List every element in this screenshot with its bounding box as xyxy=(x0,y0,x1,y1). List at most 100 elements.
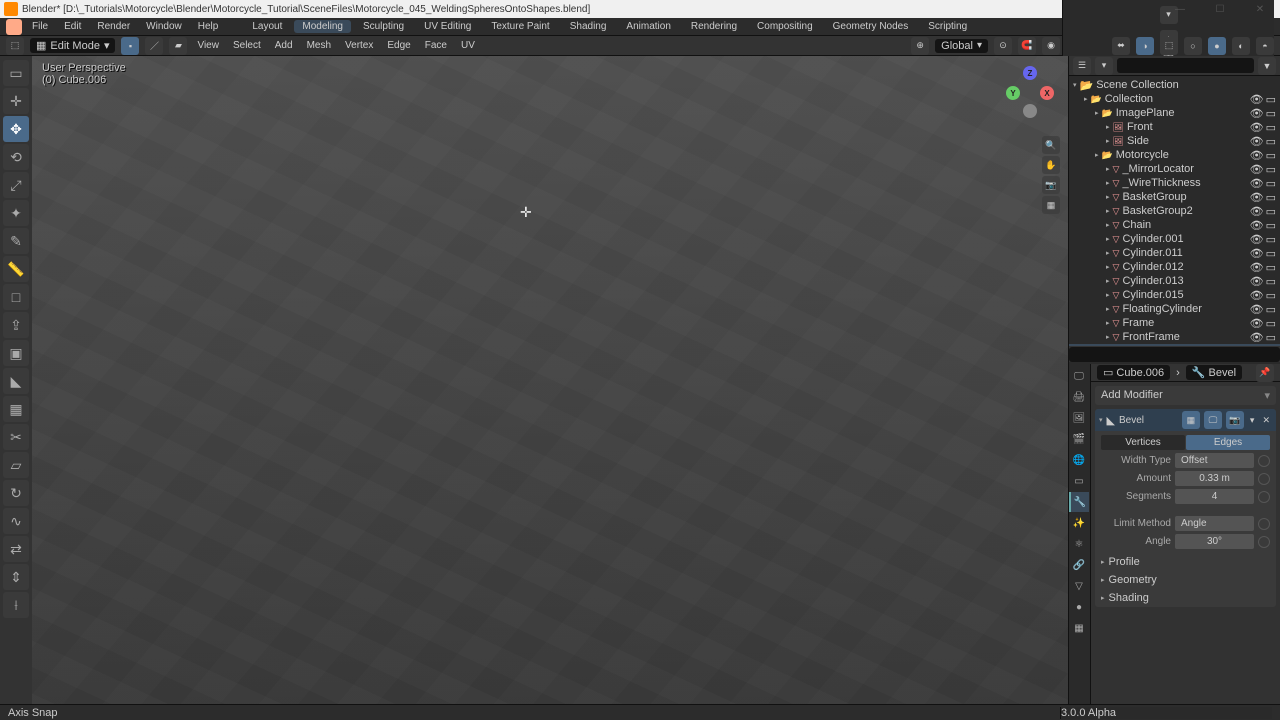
tool-knife[interactable]: ✂ xyxy=(3,424,29,450)
shading-wire[interactable]: ○ xyxy=(1184,37,1202,55)
xray-toggle[interactable]: ⬚ xyxy=(1160,37,1178,55)
ws-rendering[interactable]: Rendering xyxy=(683,20,745,33)
outliner-root[interactable]: ▾📂Scene Collection xyxy=(1069,78,1280,92)
zoom-icon[interactable]: 🔍 xyxy=(1042,136,1060,154)
axis-z[interactable]: Z xyxy=(1023,66,1037,80)
maximize-button[interactable]: ☐ xyxy=(1200,0,1240,18)
menu-face[interactable]: Face xyxy=(421,40,451,51)
tab-particles[interactable]: ✨ xyxy=(1069,513,1089,533)
ws-layout[interactable]: Layout xyxy=(244,20,290,33)
tab-material[interactable]: ● xyxy=(1069,597,1089,617)
propedit-button[interactable]: ◉ xyxy=(1042,37,1060,55)
menu-vertex[interactable]: Vertex xyxy=(341,40,377,51)
tab-world[interactable]: 🌐 xyxy=(1069,450,1089,470)
breadcrumb-object[interactable]: ▭ Cube.006 xyxy=(1097,365,1170,380)
gizmo-toggle[interactable]: ⬌ xyxy=(1112,37,1130,55)
section-shading[interactable]: ▸Shading xyxy=(1095,589,1276,607)
tab-mesh[interactable]: ▽ xyxy=(1069,576,1089,596)
tool-rotate[interactable]: ⟲ xyxy=(3,144,29,170)
outliner-item[interactable]: ▸📂ImagePlane👁▭ xyxy=(1069,106,1280,120)
breadcrumb-modifier[interactable]: 🔧 Bevel xyxy=(1186,365,1242,380)
animate-dot[interactable] xyxy=(1258,518,1270,530)
tab-object[interactable]: ▭ xyxy=(1069,471,1089,491)
section-geometry[interactable]: ▸Geometry xyxy=(1095,571,1276,589)
viewport-3d[interactable]: User Perspective (0) Cube.006 ✛ Y X Z 🔍 … xyxy=(32,56,1068,720)
menu-edit[interactable]: Edit xyxy=(58,21,87,32)
ws-texturepaint[interactable]: Texture Paint xyxy=(483,20,557,33)
modifier-header[interactable]: ▾ ◣ Bevel ▦ 🖵 📷 ▾ ✕ xyxy=(1095,409,1276,431)
pan-icon[interactable]: ✋ xyxy=(1042,156,1060,174)
face-select-button[interactable]: ▰ xyxy=(169,37,187,55)
menu-edge[interactable]: Edge xyxy=(383,40,414,51)
outliner-item[interactable]: ▸🖼Side👁▭ xyxy=(1069,134,1280,148)
pin-icon[interactable]: 📌 xyxy=(1256,364,1274,382)
axis-x[interactable]: X xyxy=(1040,86,1054,100)
angle-field[interactable]: 30° xyxy=(1175,534,1254,549)
menu-window[interactable]: Window xyxy=(140,21,188,32)
outliner-item[interactable]: ▸▽Chain👁▭ xyxy=(1069,218,1280,232)
menu-uv[interactable]: UV xyxy=(457,40,479,51)
camera-icon[interactable]: 📷 xyxy=(1042,176,1060,194)
axis-y[interactable]: Y xyxy=(1006,86,1020,100)
outliner-display-mode[interactable]: ▾ xyxy=(1095,57,1113,75)
tool-measure[interactable]: 📏 xyxy=(3,256,29,282)
tab-viewlayer[interactable]: 🖼 xyxy=(1069,408,1089,428)
pivot-button[interactable]: ⊙ xyxy=(994,37,1012,55)
tool-cursor[interactable]: ✛ xyxy=(3,88,29,114)
outliner-item[interactable]: ▸▽FloatingCylinder👁▭ xyxy=(1069,302,1280,316)
tab-constraints[interactable]: 🔗 xyxy=(1069,555,1089,575)
ws-shading[interactable]: Shading xyxy=(562,20,615,33)
orientation-field[interactable]: Global ▾ xyxy=(935,39,988,53)
segments-field[interactable]: 4 xyxy=(1175,489,1254,504)
shading-matprev[interactable]: ◐ xyxy=(1232,37,1250,55)
tool-rip[interactable]: ⟊ xyxy=(3,592,29,618)
tool-shrinkfatten[interactable]: ⇕ xyxy=(3,564,29,590)
section-profile[interactable]: ▸Profile xyxy=(1095,553,1276,571)
tool-polybuild[interactable]: ▱ xyxy=(3,452,29,478)
outliner-item[interactable]: ▸▽BasketGroup2👁▭ xyxy=(1069,204,1280,218)
outliner-editor-icon[interactable]: ☰ xyxy=(1073,57,1091,75)
tab-vertices[interactable]: Vertices xyxy=(1101,435,1185,450)
outliner-item[interactable]: ▸📂Collection👁▭ xyxy=(1069,92,1280,106)
outliner-item[interactable]: ▸▽Cylinder.013👁▭ xyxy=(1069,274,1280,288)
add-modifier-button[interactable]: Add Modifier▾ xyxy=(1095,386,1276,405)
animate-dot[interactable] xyxy=(1258,536,1270,548)
ws-scripting[interactable]: Scripting xyxy=(920,20,975,33)
tool-smooth[interactable]: ∿ xyxy=(3,508,29,534)
snap-button[interactable]: 🧲 xyxy=(1018,37,1036,55)
expand-icon[interactable]: ▾ xyxy=(1099,416,1103,424)
tool-add-cube[interactable]: □ xyxy=(3,284,29,310)
animate-dot[interactable] xyxy=(1258,491,1270,503)
outliner-item[interactable]: ▸▽Cylinder.001👁▭ xyxy=(1069,232,1280,246)
animate-dot[interactable] xyxy=(1258,455,1270,467)
outliner-search2[interactable] xyxy=(1069,347,1280,362)
tool-edgeslide[interactable]: ⇄ xyxy=(3,536,29,562)
orientation-icon[interactable]: ⊕ xyxy=(911,37,929,55)
mode-selector[interactable]: ▦ Edit Mode ▾ xyxy=(30,38,115,53)
shading-rendered[interactable]: ◓ xyxy=(1256,37,1274,55)
tab-render[interactable]: 🖵 xyxy=(1069,366,1089,386)
editor-type-button[interactable]: ⬚ xyxy=(6,37,24,55)
ws-geonodes[interactable]: Geometry Nodes xyxy=(825,20,917,33)
mod-render-icon[interactable]: 📷 xyxy=(1226,411,1244,429)
tool-inset[interactable]: ▣ xyxy=(3,340,29,366)
animate-dot[interactable] xyxy=(1258,473,1270,485)
amount-field[interactable]: 0.33 m xyxy=(1175,471,1254,486)
mod-edit-icon[interactable]: ▦ xyxy=(1182,411,1200,429)
outliner-item[interactable]: ▸▽FrontFrame👁▭ xyxy=(1069,330,1280,344)
tab-edges[interactable]: Edges xyxy=(1186,435,1270,450)
outliner-search[interactable] xyxy=(1117,58,1254,73)
minimize-button[interactable]: — xyxy=(1160,0,1200,18)
tool-spin[interactable]: ↻ xyxy=(3,480,29,506)
edge-select-button[interactable]: ／ xyxy=(145,37,163,55)
modifier-name[interactable]: Bevel xyxy=(1119,415,1178,426)
mod-extras-icon[interactable]: ▾ xyxy=(1248,415,1257,426)
tab-texture[interactable]: ▦ xyxy=(1069,618,1089,638)
mod-realtime-icon[interactable]: 🖵 xyxy=(1204,411,1222,429)
close-button[interactable]: ✕ xyxy=(1240,0,1280,18)
outliner-item[interactable]: ▸▽Cylinder.012👁▭ xyxy=(1069,260,1280,274)
menu-select[interactable]: Select xyxy=(229,40,265,51)
ws-modeling[interactable]: Modeling xyxy=(294,20,351,33)
outliner-item[interactable]: ▸▽_MirrorLocator👁▭ xyxy=(1069,162,1280,176)
menu-file[interactable]: File xyxy=(26,21,54,32)
